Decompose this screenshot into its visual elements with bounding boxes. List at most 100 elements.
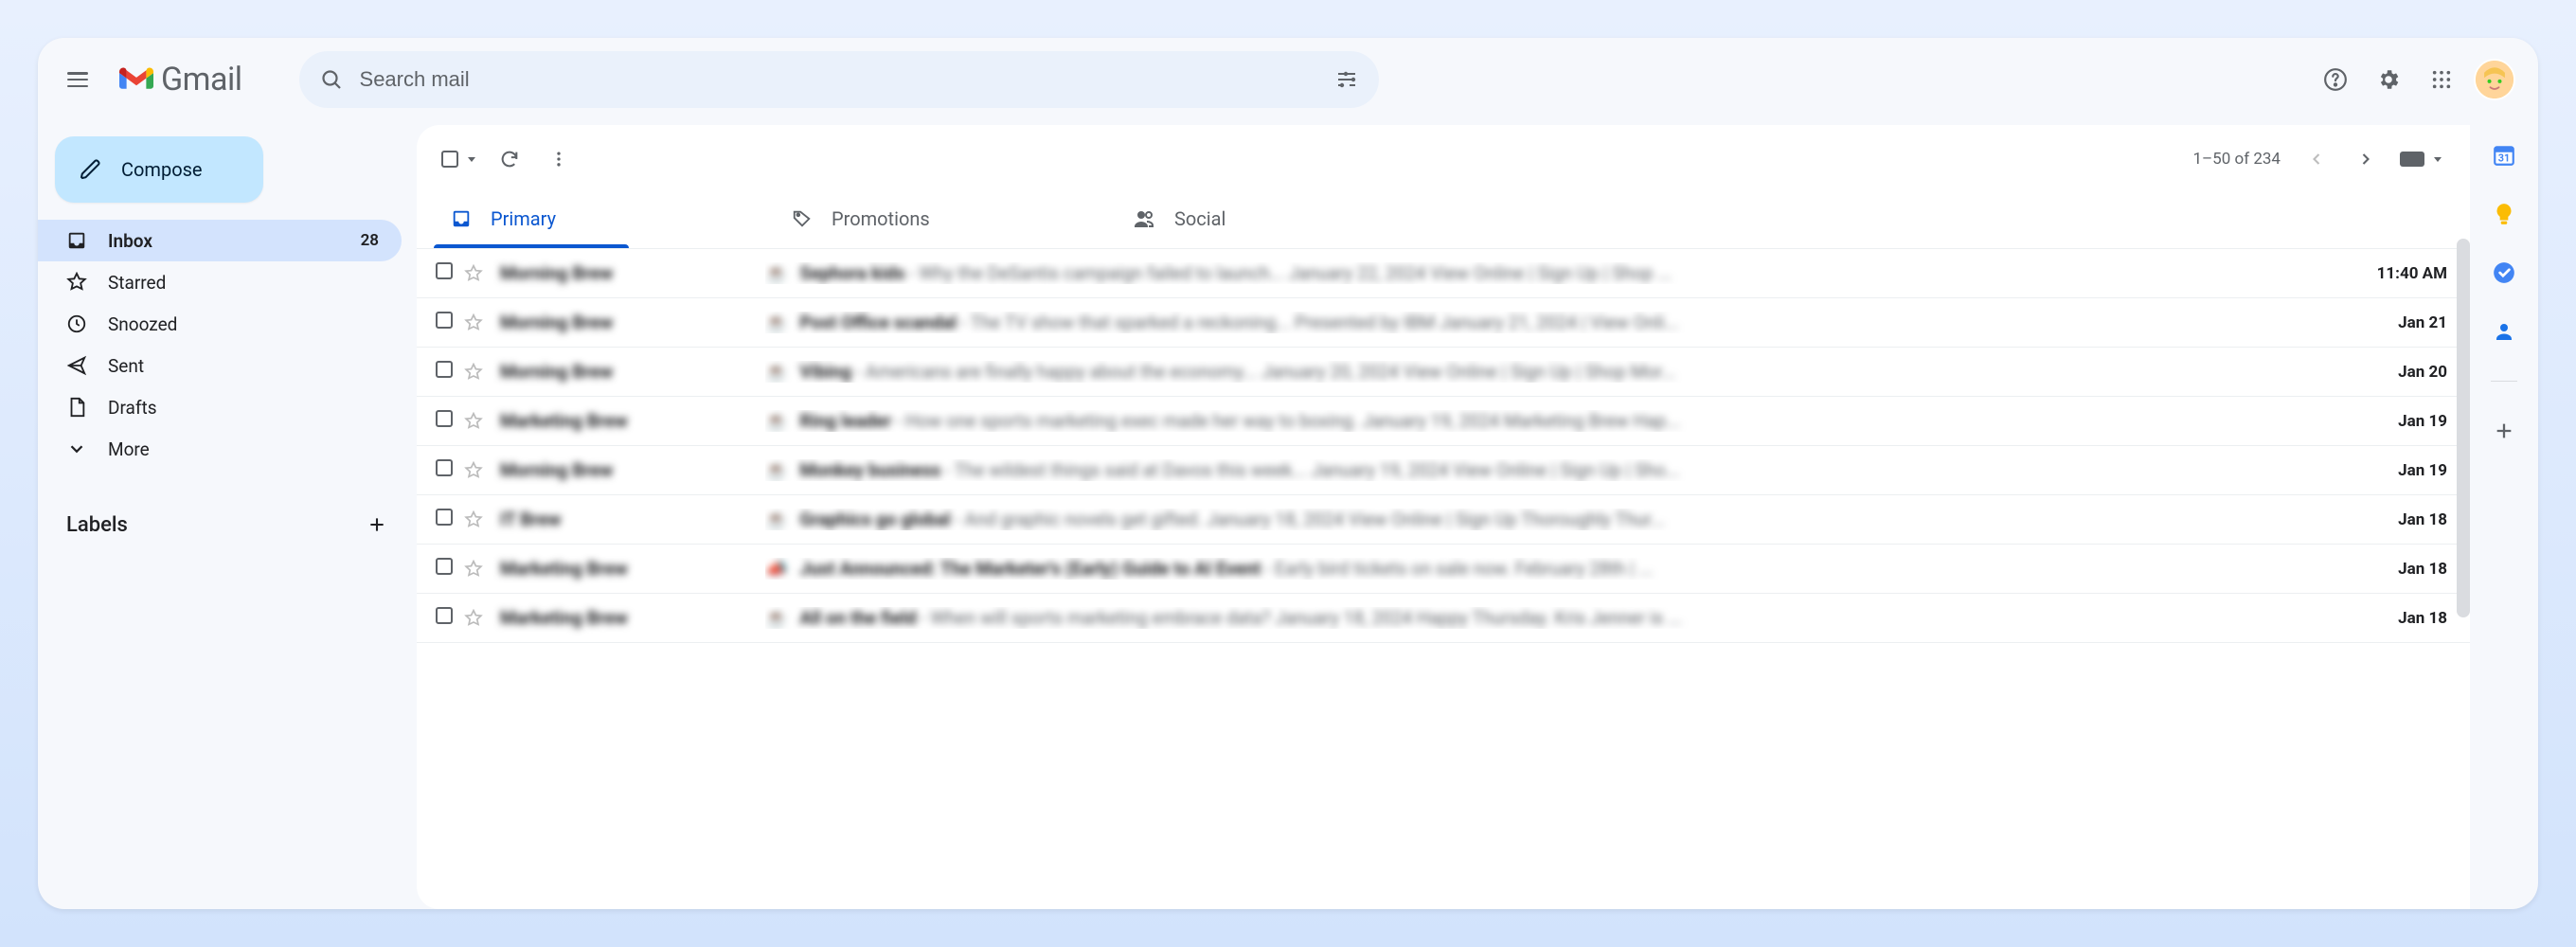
main-panel: 1–50 of 234 Primary xyxy=(417,125,2470,909)
email-row[interactable]: Marketing Brew 📣 Just Announced: The Mar… xyxy=(417,545,2470,594)
calendar-app-button[interactable]: 31 xyxy=(2491,142,2517,169)
email-content: ☕ Sephora kids - Why the DeSantis campai… xyxy=(765,262,2334,284)
email-row[interactable]: Marketing Brew ☕ Ring leader - How one s… xyxy=(417,397,2470,446)
svg-text:31: 31 xyxy=(2498,152,2510,165)
nav-inbox[interactable]: Inbox 28 xyxy=(38,220,402,261)
tasks-app-button[interactable] xyxy=(2491,259,2517,286)
email-sender: Morning Brew xyxy=(500,312,765,333)
star-button[interactable] xyxy=(464,510,483,529)
nav-more[interactable]: More xyxy=(38,428,402,470)
nav-sent[interactable]: Sent xyxy=(38,345,402,386)
email-date: Jan 18 xyxy=(2334,609,2447,628)
divider xyxy=(2491,381,2517,382)
page-prev-button[interactable] xyxy=(2296,138,2337,180)
star-button[interactable] xyxy=(464,560,483,579)
email-row[interactable]: Marketing Brew ☕ All on the field - When… xyxy=(417,594,2470,643)
star-icon xyxy=(66,272,87,293)
nav-list: Inbox 28 Starred Snoozed Sent Draf xyxy=(38,220,417,470)
star-button[interactable] xyxy=(464,609,483,628)
add-label-button[interactable] xyxy=(360,508,394,542)
email-row[interactable]: Morning Brew ☕ Vibing - Americans are fi… xyxy=(417,348,2470,397)
help-icon xyxy=(2323,67,2348,92)
more-button[interactable] xyxy=(538,138,580,180)
gmail-m-icon xyxy=(119,66,153,93)
apps-grid-icon xyxy=(2431,69,2452,90)
search-options-button[interactable] xyxy=(1326,59,1368,100)
star-button[interactable] xyxy=(464,264,483,283)
email-date: Jan 19 xyxy=(2334,412,2447,431)
email-emoji: ☕ xyxy=(765,312,788,333)
email-subject: Sephora kids xyxy=(799,262,904,284)
star-button[interactable] xyxy=(464,363,483,382)
file-icon xyxy=(66,397,87,418)
compose-button[interactable]: Compose xyxy=(55,136,263,203)
inbox-count: 28 xyxy=(361,231,379,250)
row-checkbox[interactable] xyxy=(436,361,453,383)
email-subject: Just Announced: The Marketer's (Early) G… xyxy=(799,558,1261,580)
gmail-logo[interactable]: Gmail xyxy=(119,61,242,98)
row-checkbox[interactable] xyxy=(436,558,453,580)
email-subject: All on the field xyxy=(799,607,916,629)
get-addons-button[interactable] xyxy=(2491,418,2517,444)
email-emoji: ☕ xyxy=(765,361,788,383)
support-button[interactable] xyxy=(2315,59,2356,100)
email-row[interactable]: Morning Brew ☕ Monkey business - The wil… xyxy=(417,446,2470,495)
select-all-checkbox[interactable] xyxy=(436,145,481,173)
email-emoji: ☕ xyxy=(765,262,788,284)
tab-label: Social xyxy=(1174,207,1225,230)
keep-app-button[interactable] xyxy=(2491,201,2517,227)
star-icon xyxy=(464,510,483,529)
caret-down-icon xyxy=(468,157,475,162)
email-subject: Ring leader xyxy=(799,410,891,432)
email-row[interactable]: Morning Brew ☕ Post Office scandal - The… xyxy=(417,298,2470,348)
email-date: Jan 21 xyxy=(2334,313,2447,332)
row-checkbox[interactable] xyxy=(436,509,453,530)
tab-social[interactable]: Social xyxy=(1106,189,1447,248)
row-checkbox[interactable] xyxy=(436,410,453,432)
star-button[interactable] xyxy=(464,313,483,332)
calendar-icon: 31 xyxy=(2492,143,2516,168)
settings-button[interactable] xyxy=(2368,59,2409,100)
star-icon xyxy=(464,609,483,628)
row-checkbox[interactable] xyxy=(436,262,453,284)
search-button[interactable] xyxy=(311,59,352,100)
account-avatar[interactable] xyxy=(2474,59,2515,100)
tasks-icon xyxy=(2492,260,2516,285)
input-tools-button[interactable] xyxy=(2394,146,2447,172)
nav-snoozed[interactable]: Snoozed xyxy=(38,303,402,345)
row-checkbox[interactable] xyxy=(436,312,453,333)
body: Compose Inbox 28 Starred Snoozed xyxy=(38,121,2538,909)
row-checkbox[interactable] xyxy=(436,459,453,481)
nav-starred[interactable]: Starred xyxy=(38,261,402,303)
tab-primary[interactable]: Primary xyxy=(424,189,765,248)
star-button[interactable] xyxy=(464,412,483,431)
row-checkbox[interactable] xyxy=(436,607,453,629)
email-sender: Marketing Brew xyxy=(500,607,765,629)
email-subject: Post Office scandal xyxy=(799,312,957,333)
apps-button[interactable] xyxy=(2421,59,2462,100)
scrollbar[interactable] xyxy=(2457,239,2470,617)
nav-drafts[interactable]: Drafts xyxy=(38,386,402,428)
email-snippet: - Americans are finally happy about the … xyxy=(856,361,1676,383)
page-next-button[interactable] xyxy=(2345,138,2387,180)
search-input[interactable] xyxy=(352,67,1326,92)
main-menu-button[interactable] xyxy=(55,57,100,102)
email-snippet: - Early bird tickets on sale now. Februa… xyxy=(1265,558,1653,580)
contacts-app-button[interactable] xyxy=(2491,318,2517,345)
email-sender: Morning Brew xyxy=(500,262,765,284)
keep-icon xyxy=(2492,202,2516,226)
side-panel: 31 xyxy=(2470,121,2538,909)
tab-promotions[interactable]: Promotions xyxy=(765,189,1106,248)
nav-label: Inbox xyxy=(108,230,340,252)
email-row[interactable]: IT Brew ☕ Graphics go global - And graph… xyxy=(417,495,2470,545)
email-snippet: - How one sports marketing exec made her… xyxy=(896,410,1680,432)
email-emoji: ☕ xyxy=(765,607,788,629)
email-emoji: 📣 xyxy=(765,558,788,580)
keyboard-icon xyxy=(2400,152,2424,167)
refresh-button[interactable] xyxy=(489,138,530,180)
email-date: Jan 18 xyxy=(2334,510,2447,529)
email-date: Jan 19 xyxy=(2334,461,2447,480)
email-row[interactable]: Morning Brew ☕ Sephora kids - Why the De… xyxy=(417,249,2470,298)
nav-label: Snoozed xyxy=(108,313,379,335)
star-button[interactable] xyxy=(464,461,483,480)
